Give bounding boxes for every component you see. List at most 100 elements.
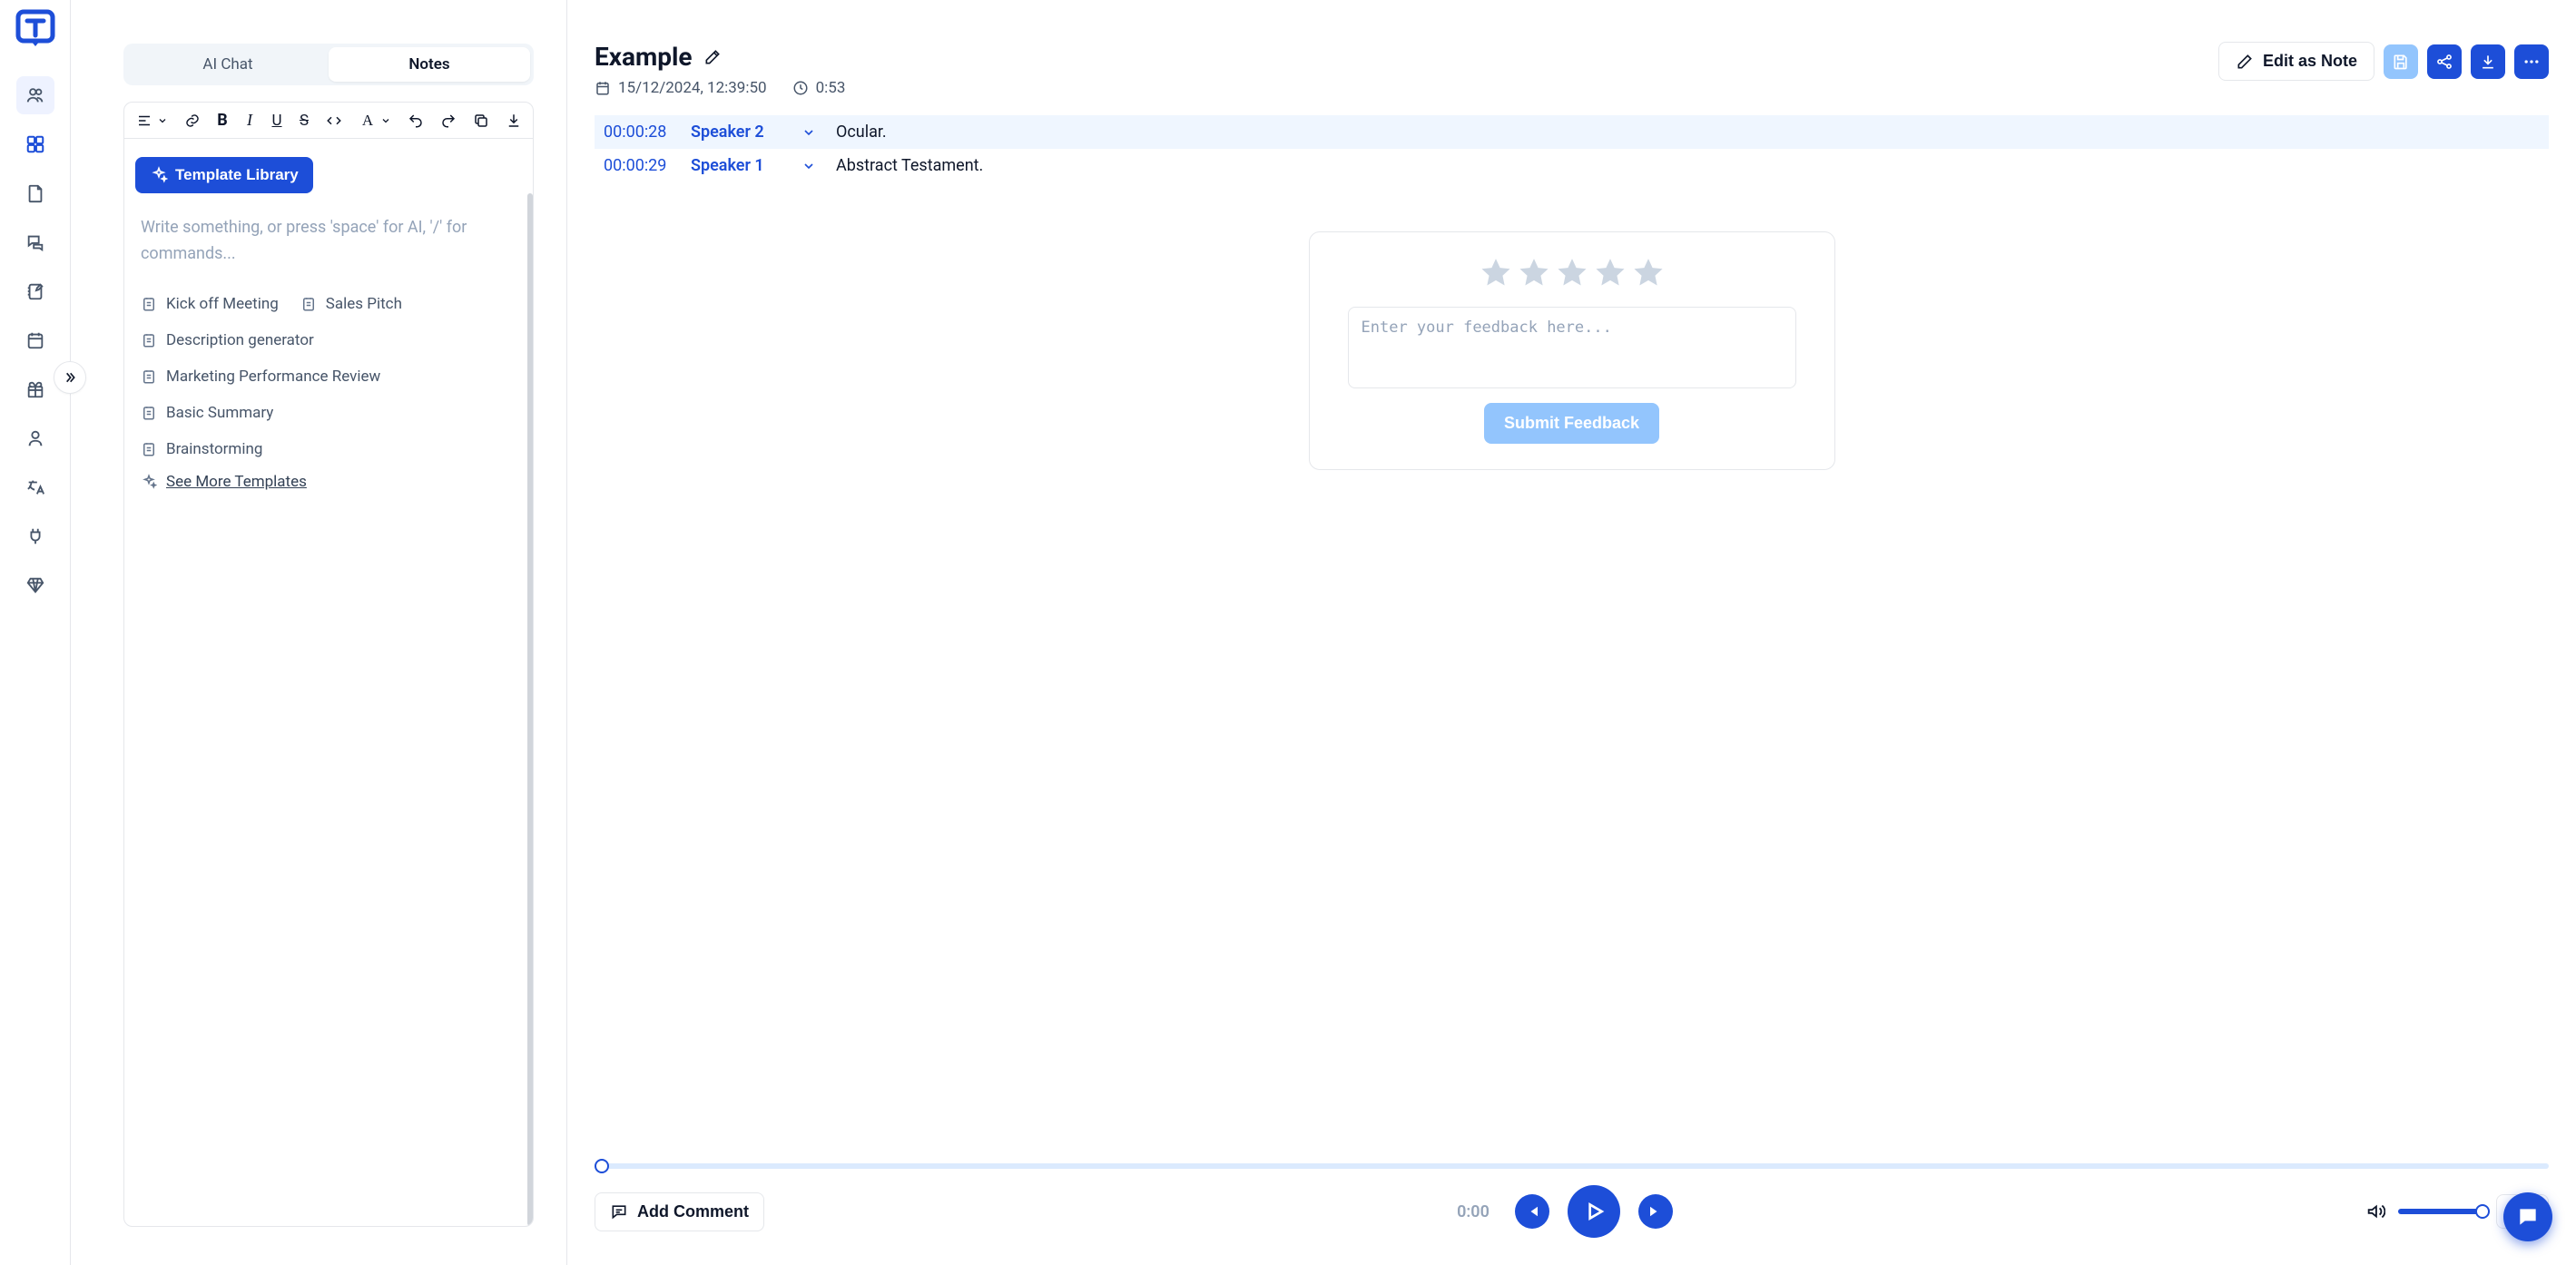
align-icon[interactable] <box>135 112 153 130</box>
volume-thumb[interactable] <box>2475 1204 2490 1219</box>
template-item[interactable]: Brainstorming <box>141 435 516 464</box>
add-comment-label: Add Comment <box>637 1202 749 1221</box>
star-icon[interactable] <box>1593 256 1627 290</box>
transcript-row[interactable]: 00:00:29 Speaker 1 Abstract Testament. <box>595 149 2549 182</box>
rename-icon[interactable] <box>703 48 722 66</box>
transcript: 00:00:28 Speaker 2 Ocular. 00:00:29 Spea… <box>595 115 2549 182</box>
see-more-templates[interactable]: See More Templates <box>141 464 516 491</box>
skip-back-button[interactable] <box>1515 1194 1549 1229</box>
template-label: Sales Pitch <box>326 295 402 313</box>
bold-icon[interactable]: B <box>217 112 228 130</box>
transcript-text: Abstract Testament. <box>836 156 983 175</box>
download-button[interactable] <box>2471 44 2505 79</box>
share-button[interactable] <box>2427 44 2462 79</box>
feedback-card: Submit Feedback <box>1309 231 1835 470</box>
chevron-down-icon[interactable] <box>791 125 827 140</box>
more-button[interactable] <box>2514 44 2549 79</box>
redo-icon[interactable] <box>440 112 457 130</box>
transcript-row[interactable]: 00:00:28 Speaker 2 Ocular. <box>595 115 2549 149</box>
tab-ai-chat[interactable]: AI Chat <box>127 47 329 82</box>
sidebar-item-calendar[interactable] <box>16 321 54 359</box>
italic-icon[interactable]: I <box>244 112 255 130</box>
link-icon[interactable] <box>184 112 201 130</box>
save-button <box>2384 44 2418 79</box>
sidebar-item-document[interactable] <box>16 174 54 212</box>
tab-row: AI Chat Notes <box>123 44 534 85</box>
help-chat-button[interactable] <box>2503 1192 2552 1241</box>
star-icon[interactable] <box>1555 256 1589 290</box>
app-logo <box>14 7 57 51</box>
undo-icon[interactable] <box>408 112 424 130</box>
edit-as-note-label: Edit as Note <box>2263 52 2357 71</box>
template-item[interactable]: Kick off Meeting <box>141 289 279 319</box>
template-library-label: Template Library <box>175 166 299 184</box>
template-item[interactable]: Description generator <box>141 326 516 355</box>
underline-icon[interactable]: U <box>271 112 282 130</box>
sidebar <box>0 0 71 1265</box>
sidebar-item-diamond[interactable] <box>16 566 54 604</box>
submit-feedback-button[interactable]: Submit Feedback <box>1484 403 1659 444</box>
template-grid: Kick off Meeting Sales Pitch Description… <box>141 289 516 464</box>
progress-bar[interactable] <box>595 1163 2549 1169</box>
sidebar-item-notebook[interactable] <box>16 272 54 310</box>
chevron-down-icon[interactable] <box>157 112 168 130</box>
rating-stars[interactable] <box>1479 256 1666 290</box>
sidebar-expand-button[interactable] <box>54 361 86 394</box>
template-label: Basic Summary <box>166 404 273 422</box>
code-icon[interactable] <box>326 112 342 130</box>
volume-icon[interactable] <box>2365 1201 2385 1221</box>
progress-thumb[interactable] <box>595 1159 609 1173</box>
transcript-time: 00:00:29 <box>604 156 682 175</box>
editor-scrollbar[interactable] <box>527 193 533 1226</box>
sidebar-item-chat[interactable] <box>16 223 54 261</box>
skip-forward-button[interactable] <box>1638 1194 1673 1229</box>
edit-as-note-button[interactable]: Edit as Note <box>2218 42 2374 81</box>
document-duration-value: 0:53 <box>816 79 846 97</box>
transcript-speaker: Speaker 1 <box>691 156 782 175</box>
template-label: Description generator <box>166 331 314 349</box>
document-title: Example <box>595 42 693 72</box>
download-icon[interactable] <box>506 112 522 130</box>
editor-body[interactable]: Write something, or press 'space' for AI… <box>124 193 533 1226</box>
tab-notes[interactable]: Notes <box>329 47 530 82</box>
strikethrough-icon[interactable]: S <box>299 112 310 130</box>
transcript-pane: Example 15/12/2024, 12:39:50 0:53 <box>567 0 2576 1265</box>
editor-card: B I U S A Template Library <box>123 102 534 1227</box>
chevron-down-icon[interactable] <box>380 112 391 130</box>
volume-slider[interactable] <box>2398 1209 2483 1214</box>
feedback-textarea[interactable] <box>1348 307 1796 388</box>
sidebar-item-people[interactable] <box>16 76 54 114</box>
document-date: 15/12/2024, 12:39:50 <box>595 79 767 97</box>
sidebar-item-gift[interactable] <box>16 370 54 408</box>
template-label: Brainstorming <box>166 440 262 458</box>
add-comment-button[interactable]: Add Comment <box>595 1192 764 1231</box>
star-icon[interactable] <box>1479 256 1513 290</box>
play-button[interactable] <box>1568 1185 1620 1238</box>
editor-toolbar: B I U S A <box>124 103 533 139</box>
star-icon[interactable] <box>1631 256 1666 290</box>
template-item[interactable]: Sales Pitch <box>300 289 402 319</box>
copy-icon[interactable] <box>473 112 489 130</box>
main: AI Chat Notes B I U S A <box>71 0 2576 1265</box>
sidebar-item-dashboard[interactable] <box>16 125 54 163</box>
editor-placeholder: Write something, or press 'space' for AI… <box>141 215 516 268</box>
template-library-button[interactable]: Template Library <box>135 157 313 193</box>
font-color-icon[interactable]: A <box>359 112 377 130</box>
transcript-text: Ocular. <box>836 123 887 142</box>
sidebar-item-plug[interactable] <box>16 517 54 555</box>
chevron-down-icon[interactable] <box>791 159 827 173</box>
document-header: Example 15/12/2024, 12:39:50 0:53 <box>595 42 2549 97</box>
template-item[interactable]: Marketing Performance Review <box>141 362 380 391</box>
sidebar-item-user[interactable] <box>16 419 54 457</box>
template-label: Marketing Performance Review <box>166 368 380 386</box>
template-item[interactable]: Basic Summary <box>141 398 273 427</box>
sidebar-item-translate[interactable] <box>16 468 54 506</box>
template-label: Kick off Meeting <box>166 295 279 313</box>
see-more-link[interactable]: See More Templates <box>166 473 307 491</box>
star-icon[interactable] <box>1517 256 1551 290</box>
notes-pane: AI Chat Notes B I U S A <box>71 0 567 1265</box>
document-date-value: 15/12/2024, 12:39:50 <box>618 79 767 97</box>
document-duration: 0:53 <box>792 79 846 97</box>
audio-player: Add Comment 0:00 <box>595 1163 2549 1238</box>
transcript-speaker: Speaker 2 <box>691 123 782 142</box>
